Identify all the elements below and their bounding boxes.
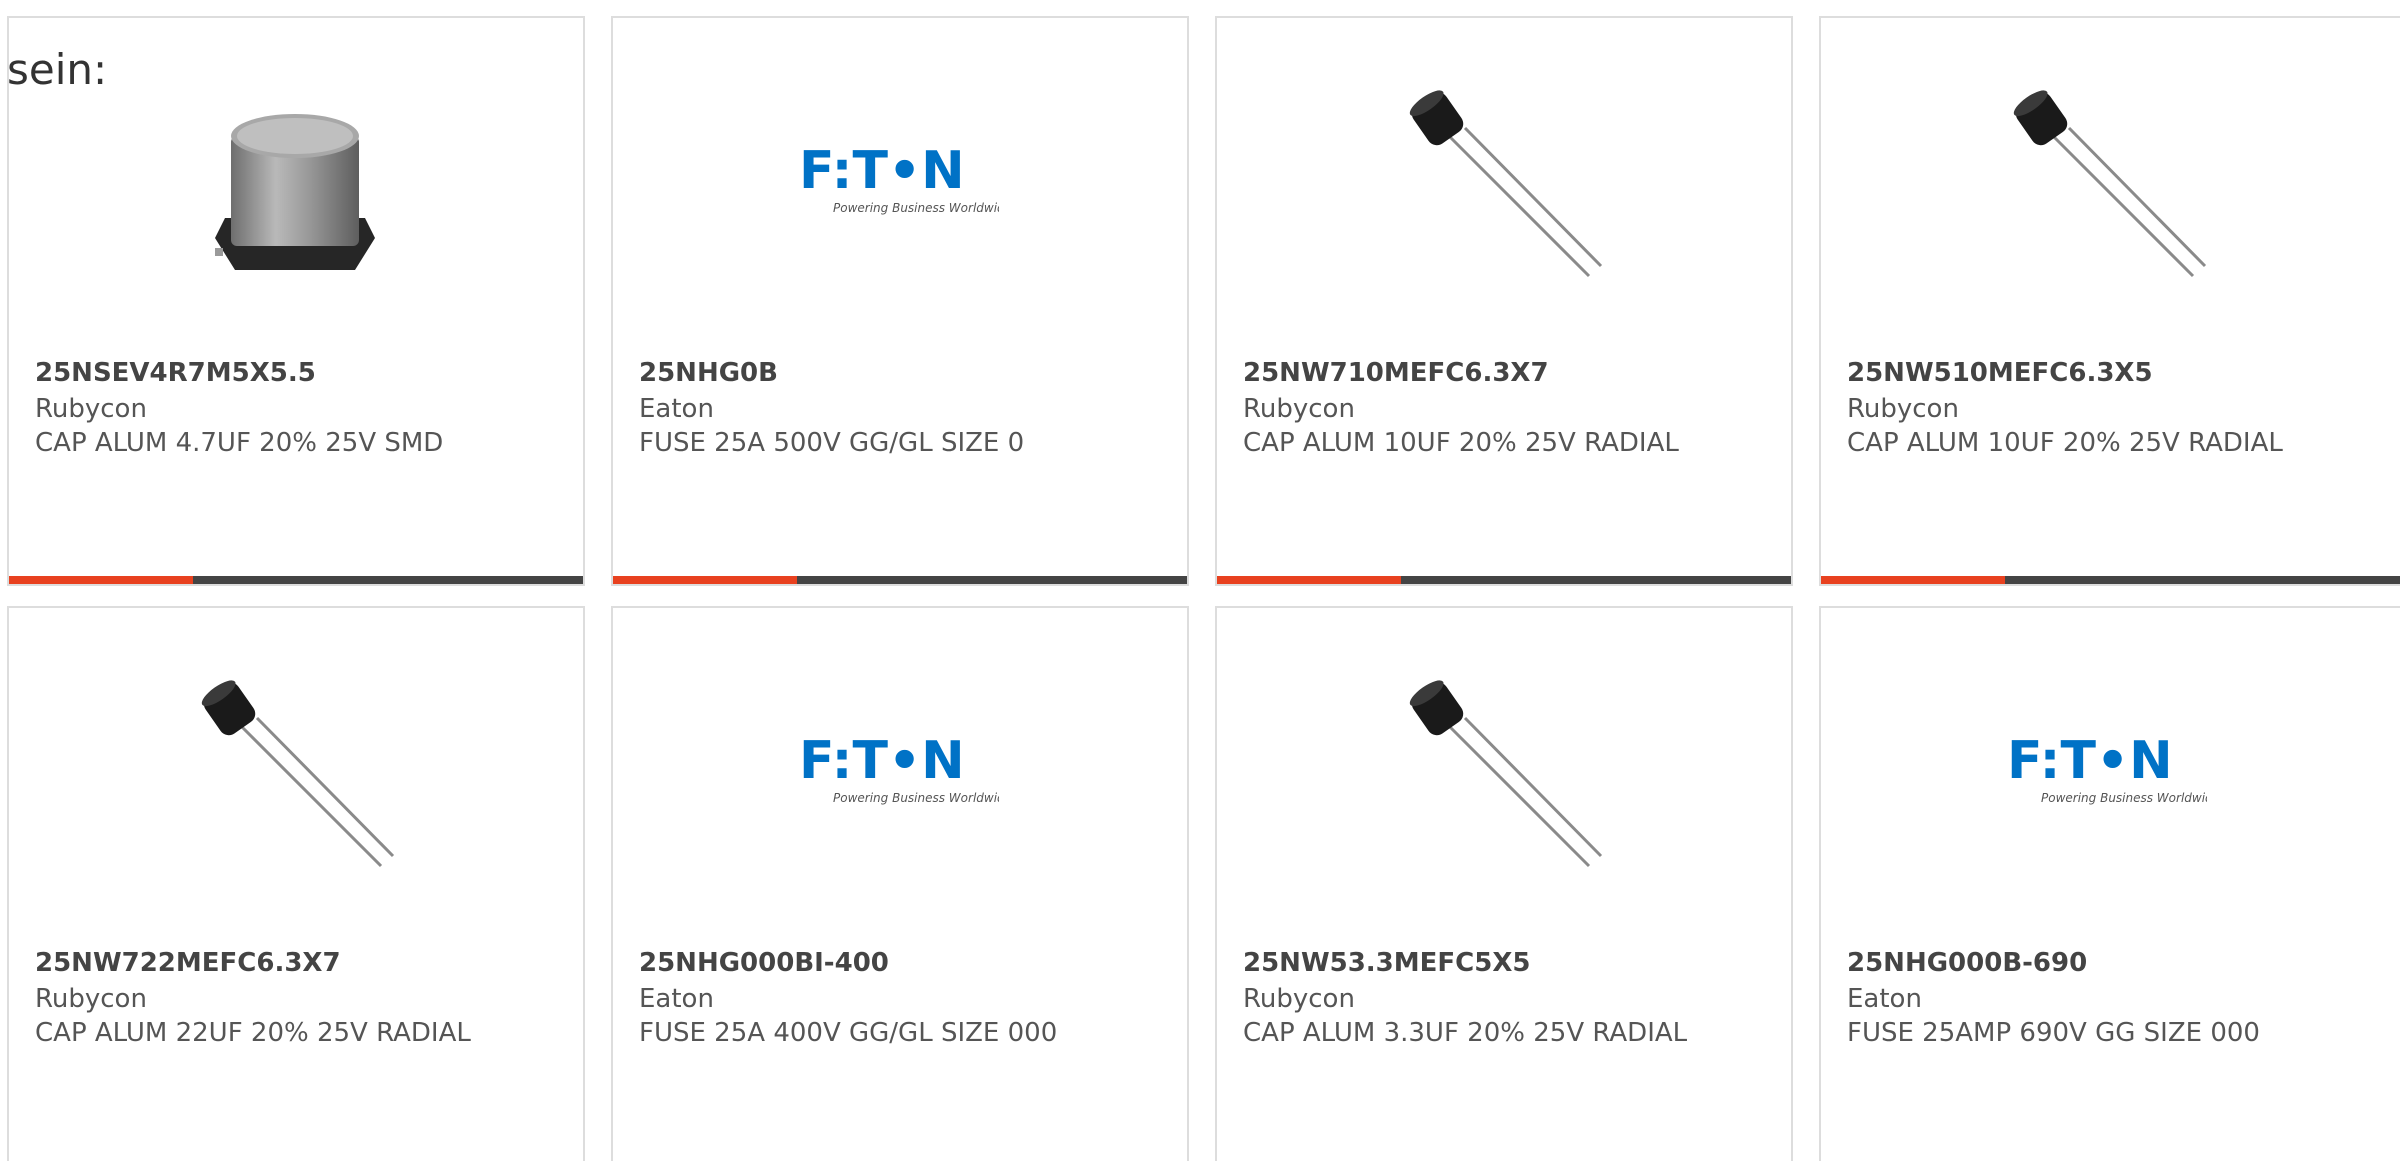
description-text: CAP ALUM 4.7UF 20% 25V SMD: [35, 428, 444, 458]
description-text: CAP ALUM 3.3UF 20% 25V RADIAL: [1243, 1018, 1688, 1048]
manufacturer-label: Rubycon: [35, 984, 147, 1014]
eaton-logo[interactable]: F:T•N Powering Business Worldwide: [2007, 678, 2207, 878]
part-number-link[interactable]: 25NW510MEFC6.3X5: [1847, 356, 2153, 390]
description-text: CAP ALUM 10UF 20% 25V RADIAL: [1847, 428, 2283, 458]
description-text: CAP ALUM 22UF 20% 25V RADIAL: [35, 1018, 471, 1048]
product-grid: 25NSEV4R7M5X5.5 Rubycon CAP ALUM 4.7UF 2…: [7, 16, 2400, 1161]
manufacturer-label: Eaton: [639, 984, 714, 1014]
product-card[interactable]: F:T•N Powering Business Worldwide 25NHG0…: [1819, 606, 2400, 1161]
product-card[interactable]: 25NW510MEFC6.3X5 Rubycon CAP ALUM 10UF 2…: [1819, 16, 2400, 586]
smd-capacitor-image[interactable]: [195, 88, 395, 288]
part-number-link[interactable]: 25NHG000BI-400: [639, 946, 889, 980]
eaton-logo[interactable]: F:T•N Powering Business Worldwide: [799, 678, 999, 878]
product-card[interactable]: 25NSEV4R7M5X5.5 Rubycon CAP ALUM 4.7UF 2…: [7, 16, 585, 586]
intro-text: sein:: [7, 45, 108, 94]
eaton-logo-tagline: Powering Business Worldwide: [833, 201, 999, 215]
manufacturer-label: Rubycon: [35, 394, 147, 424]
card-bottom-bar: [1821, 576, 2400, 584]
eaton-logo-tagline: Powering Business Worldwide: [2041, 791, 2207, 805]
radial-capacitor-image[interactable]: [2007, 88, 2207, 288]
card-accent-bar: [1821, 576, 2005, 584]
product-card[interactable]: 25NW53.3MEFC5X5 Rubycon CAP ALUM 3.3UF 2…: [1215, 606, 1793, 1161]
radial-capacitor-image[interactable]: [1403, 678, 1603, 878]
manufacturer-label: Rubycon: [1243, 984, 1355, 1014]
card-bottom-bar: [1217, 576, 1791, 584]
radial-capacitor-image[interactable]: [195, 678, 395, 878]
part-number-link[interactable]: 25NHG0B: [639, 356, 778, 390]
product-card[interactable]: F:T•N Powering Business Worldwide 25NHG0…: [611, 16, 1189, 586]
description-text: FUSE 25AMP 690V GG SIZE 000: [1847, 1018, 2260, 1048]
manufacturer-label: Rubycon: [1243, 394, 1355, 424]
card-bottom-bar: [613, 576, 1187, 584]
description-text: FUSE 25A 500V GG/GL SIZE 0: [639, 428, 1025, 458]
product-card[interactable]: 25NW722MEFC6.3X7 Rubycon CAP ALUM 22UF 2…: [7, 606, 585, 1161]
description-text: FUSE 25A 400V GG/GL SIZE 000: [639, 1018, 1058, 1048]
part-number-link[interactable]: 25NW722MEFC6.3X7: [35, 946, 341, 980]
card-accent-bar: [613, 576, 797, 584]
manufacturer-label: Eaton: [639, 394, 714, 424]
product-card[interactable]: F:T•N Powering Business Worldwide 25NHG0…: [611, 606, 1189, 1161]
card-accent-bar: [9, 576, 193, 584]
card-accent-bar: [1217, 576, 1401, 584]
manufacturer-label: Eaton: [1847, 984, 1922, 1014]
eaton-logo-text: F:T•N: [2007, 731, 2173, 791]
eaton-logo-tagline: Powering Business Worldwide: [833, 791, 999, 805]
part-number-link[interactable]: 25NW53.3MEFC5X5: [1243, 946, 1530, 980]
description-text: CAP ALUM 10UF 20% 25V RADIAL: [1243, 428, 1679, 458]
eaton-logo-text: F:T•N: [799, 731, 965, 791]
card-bottom-bar: [9, 576, 583, 584]
part-number-link[interactable]: 25NW710MEFC6.3X7: [1243, 356, 1549, 390]
eaton-logo-text: F:T•N: [799, 141, 965, 201]
part-number-link[interactable]: 25NSEV4R7M5X5.5: [35, 356, 316, 390]
product-card[interactable]: 25NW710MEFC6.3X7 Rubycon CAP ALUM 10UF 2…: [1215, 16, 1793, 586]
radial-capacitor-image[interactable]: [1403, 88, 1603, 288]
part-number-link[interactable]: 25NHG000B-690: [1847, 946, 2087, 980]
eaton-logo[interactable]: F:T•N Powering Business Worldwide: [799, 88, 999, 288]
manufacturer-label: Rubycon: [1847, 394, 1959, 424]
